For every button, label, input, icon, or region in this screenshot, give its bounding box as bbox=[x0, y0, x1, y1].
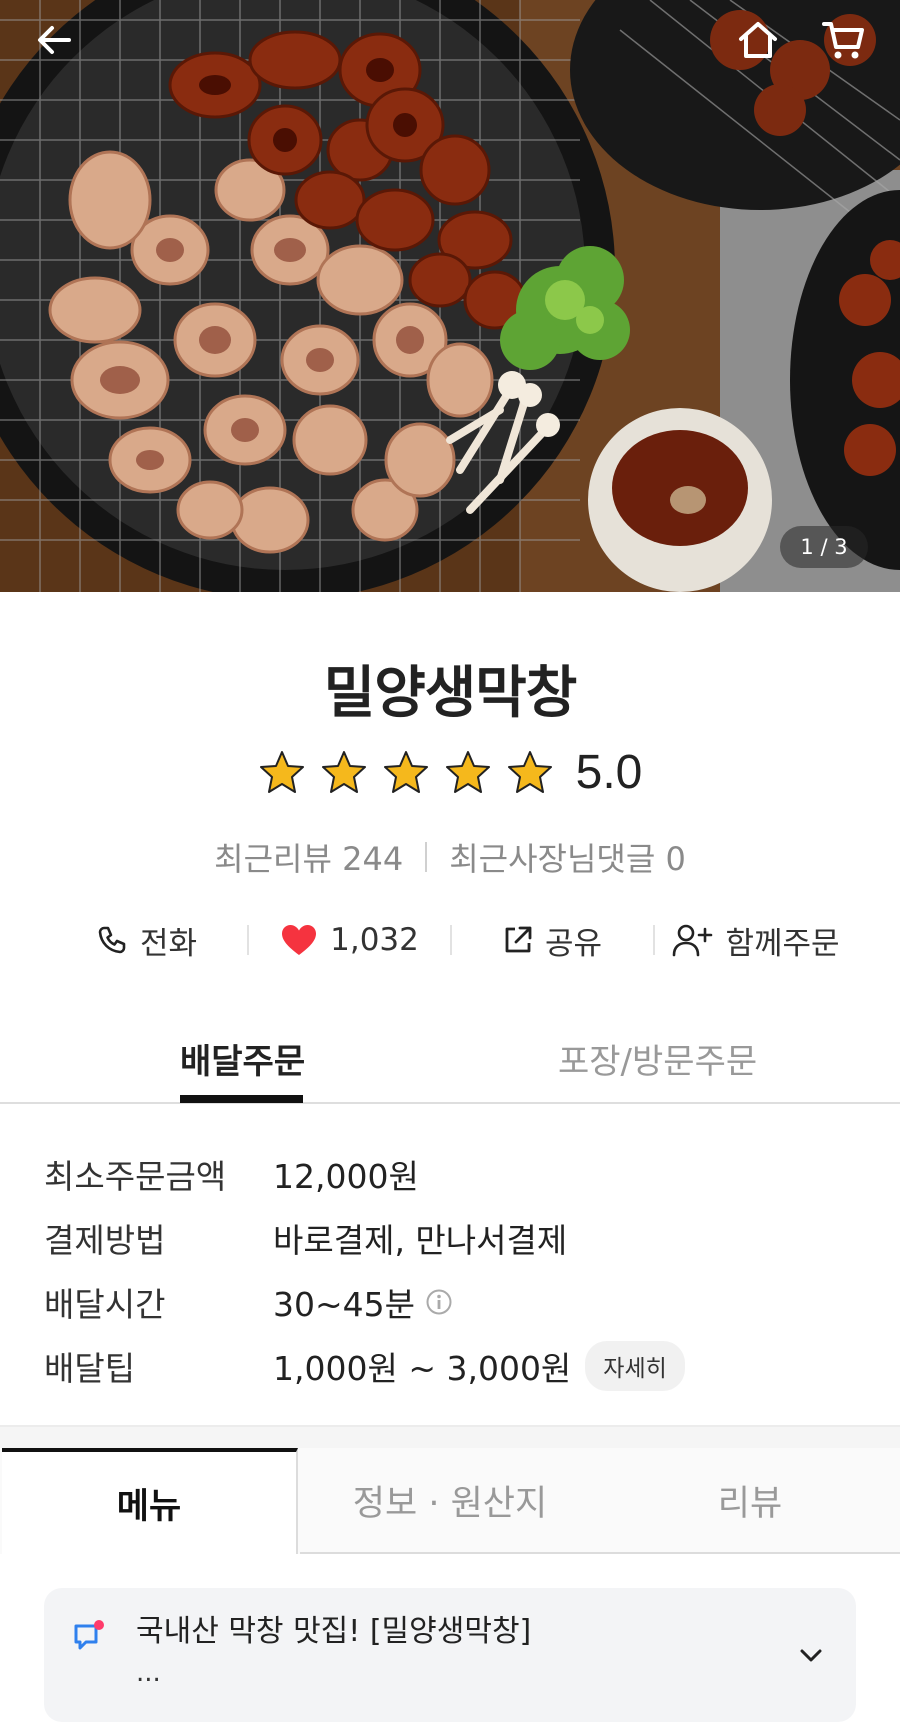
active-tab-indicator bbox=[180, 1095, 303, 1103]
cart-button[interactable] bbox=[818, 14, 870, 66]
star-icon bbox=[445, 750, 490, 793]
call-button[interactable]: 전화 bbox=[46, 918, 247, 963]
share-button[interactable]: 공유 bbox=[452, 918, 653, 963]
tab-menu[interactable]: 메뉴 bbox=[2, 1448, 298, 1554]
call-label: 전화 bbox=[139, 925, 198, 962]
recent-reviews-link[interactable]: 최근리뷰 244 bbox=[214, 834, 403, 880]
info-icon[interactable] bbox=[425, 1288, 453, 1316]
cart-icon bbox=[822, 22, 864, 59]
like-button[interactable]: 1,032 bbox=[249, 922, 450, 958]
action-bar: 전화 1,032 공유 함께주문 bbox=[46, 912, 856, 968]
review-divider bbox=[425, 842, 428, 872]
info-row-min-order: 최소주문금액 12,000원 bbox=[44, 1142, 864, 1206]
image-page-indicator: 1 / 3 bbox=[780, 526, 868, 568]
food-photo bbox=[0, 0, 900, 592]
main-tabs: 메뉴 정보 · 원산지 리뷰 bbox=[0, 1448, 900, 1554]
home-button[interactable] bbox=[732, 14, 784, 66]
order-type-tabs: 배달주문 포장/방문주문 bbox=[0, 1026, 900, 1104]
back-arrow-icon bbox=[38, 26, 71, 54]
like-count: 1,032 bbox=[330, 922, 419, 958]
add-user-icon bbox=[673, 924, 713, 957]
store-name: 밀양생막창 bbox=[323, 661, 578, 726]
tab-info-origin[interactable]: 정보 · 원산지 bbox=[300, 1448, 600, 1554]
section-divider bbox=[0, 1425, 900, 1450]
info-value-wrap: 30~45분 bbox=[273, 1278, 453, 1326]
notice-text: 국내산 막창 맛집! [밀양생막창] bbox=[136, 1614, 532, 1649]
info-value: 30~45분 bbox=[273, 1285, 415, 1324]
tab-delivery[interactable]: 배달주문 bbox=[180, 1034, 305, 1083]
star-icon bbox=[259, 750, 304, 793]
home-icon bbox=[739, 22, 777, 58]
delivery-tip-detail-button[interactable]: 자세히 bbox=[585, 1341, 685, 1391]
phone-icon bbox=[98, 926, 126, 954]
delivery-info: 최소주문금액 12,000원 결제방법 바로결제, 만나서결제 배달시간 30~… bbox=[44, 1142, 864, 1398]
info-row-payment: 결제방법 바로결제, 만나서결제 bbox=[44, 1206, 864, 1270]
star-icon bbox=[321, 750, 366, 793]
info-value: 1,000원 ~ 3,000원 bbox=[273, 1349, 572, 1388]
info-label: 배달시간 bbox=[44, 1285, 166, 1324]
group-order-label: 함께주문 bbox=[725, 925, 840, 962]
heart-icon bbox=[282, 925, 317, 955]
notice-ellipsis: ... bbox=[136, 1658, 161, 1688]
star-icon bbox=[507, 750, 552, 793]
info-value-wrap: 1,000원 ~ 3,000원 자세히 bbox=[273, 1341, 685, 1391]
star-icon bbox=[383, 750, 428, 793]
owner-replies-link[interactable]: 최근사장님댓글 0 bbox=[449, 834, 686, 880]
info-value: 바로결제, 만나서결제 bbox=[273, 1221, 568, 1260]
info-label: 배달팁 bbox=[44, 1349, 136, 1388]
back-button[interactable] bbox=[28, 14, 80, 66]
info-value: 12,000원 bbox=[273, 1157, 419, 1196]
info-label: 결제방법 bbox=[44, 1221, 166, 1260]
info-row-delivery-time: 배달시간 30~45분 bbox=[44, 1270, 864, 1334]
hero-image[interactable]: 1 / 3 bbox=[0, 0, 900, 592]
rating-score: 5.0 bbox=[575, 746, 643, 799]
info-row-delivery-tip: 배달팁 1,000원 ~ 3,000원 자세히 bbox=[44, 1334, 864, 1398]
info-label: 최소주문금액 bbox=[44, 1157, 227, 1196]
tab-reviews[interactable]: 리뷰 bbox=[600, 1448, 900, 1554]
star-rating bbox=[258, 749, 554, 797]
share-icon bbox=[505, 926, 532, 953]
megaphone-icon bbox=[74, 1620, 104, 1650]
share-label: 공유 bbox=[544, 925, 603, 962]
review-summary: 최근리뷰 244 최근사장님댓글 0 bbox=[0, 834, 900, 880]
chevron-down-icon[interactable] bbox=[796, 1640, 826, 1670]
group-order-button[interactable]: 함께주문 bbox=[655, 918, 856, 963]
rating-row: 5.0 bbox=[0, 745, 900, 800]
tab-pickup[interactable]: 포장/방문주문 bbox=[558, 1034, 757, 1083]
store-notice[interactable]: 국내산 막창 맛집! [밀양생막창] ... bbox=[44, 1588, 856, 1722]
